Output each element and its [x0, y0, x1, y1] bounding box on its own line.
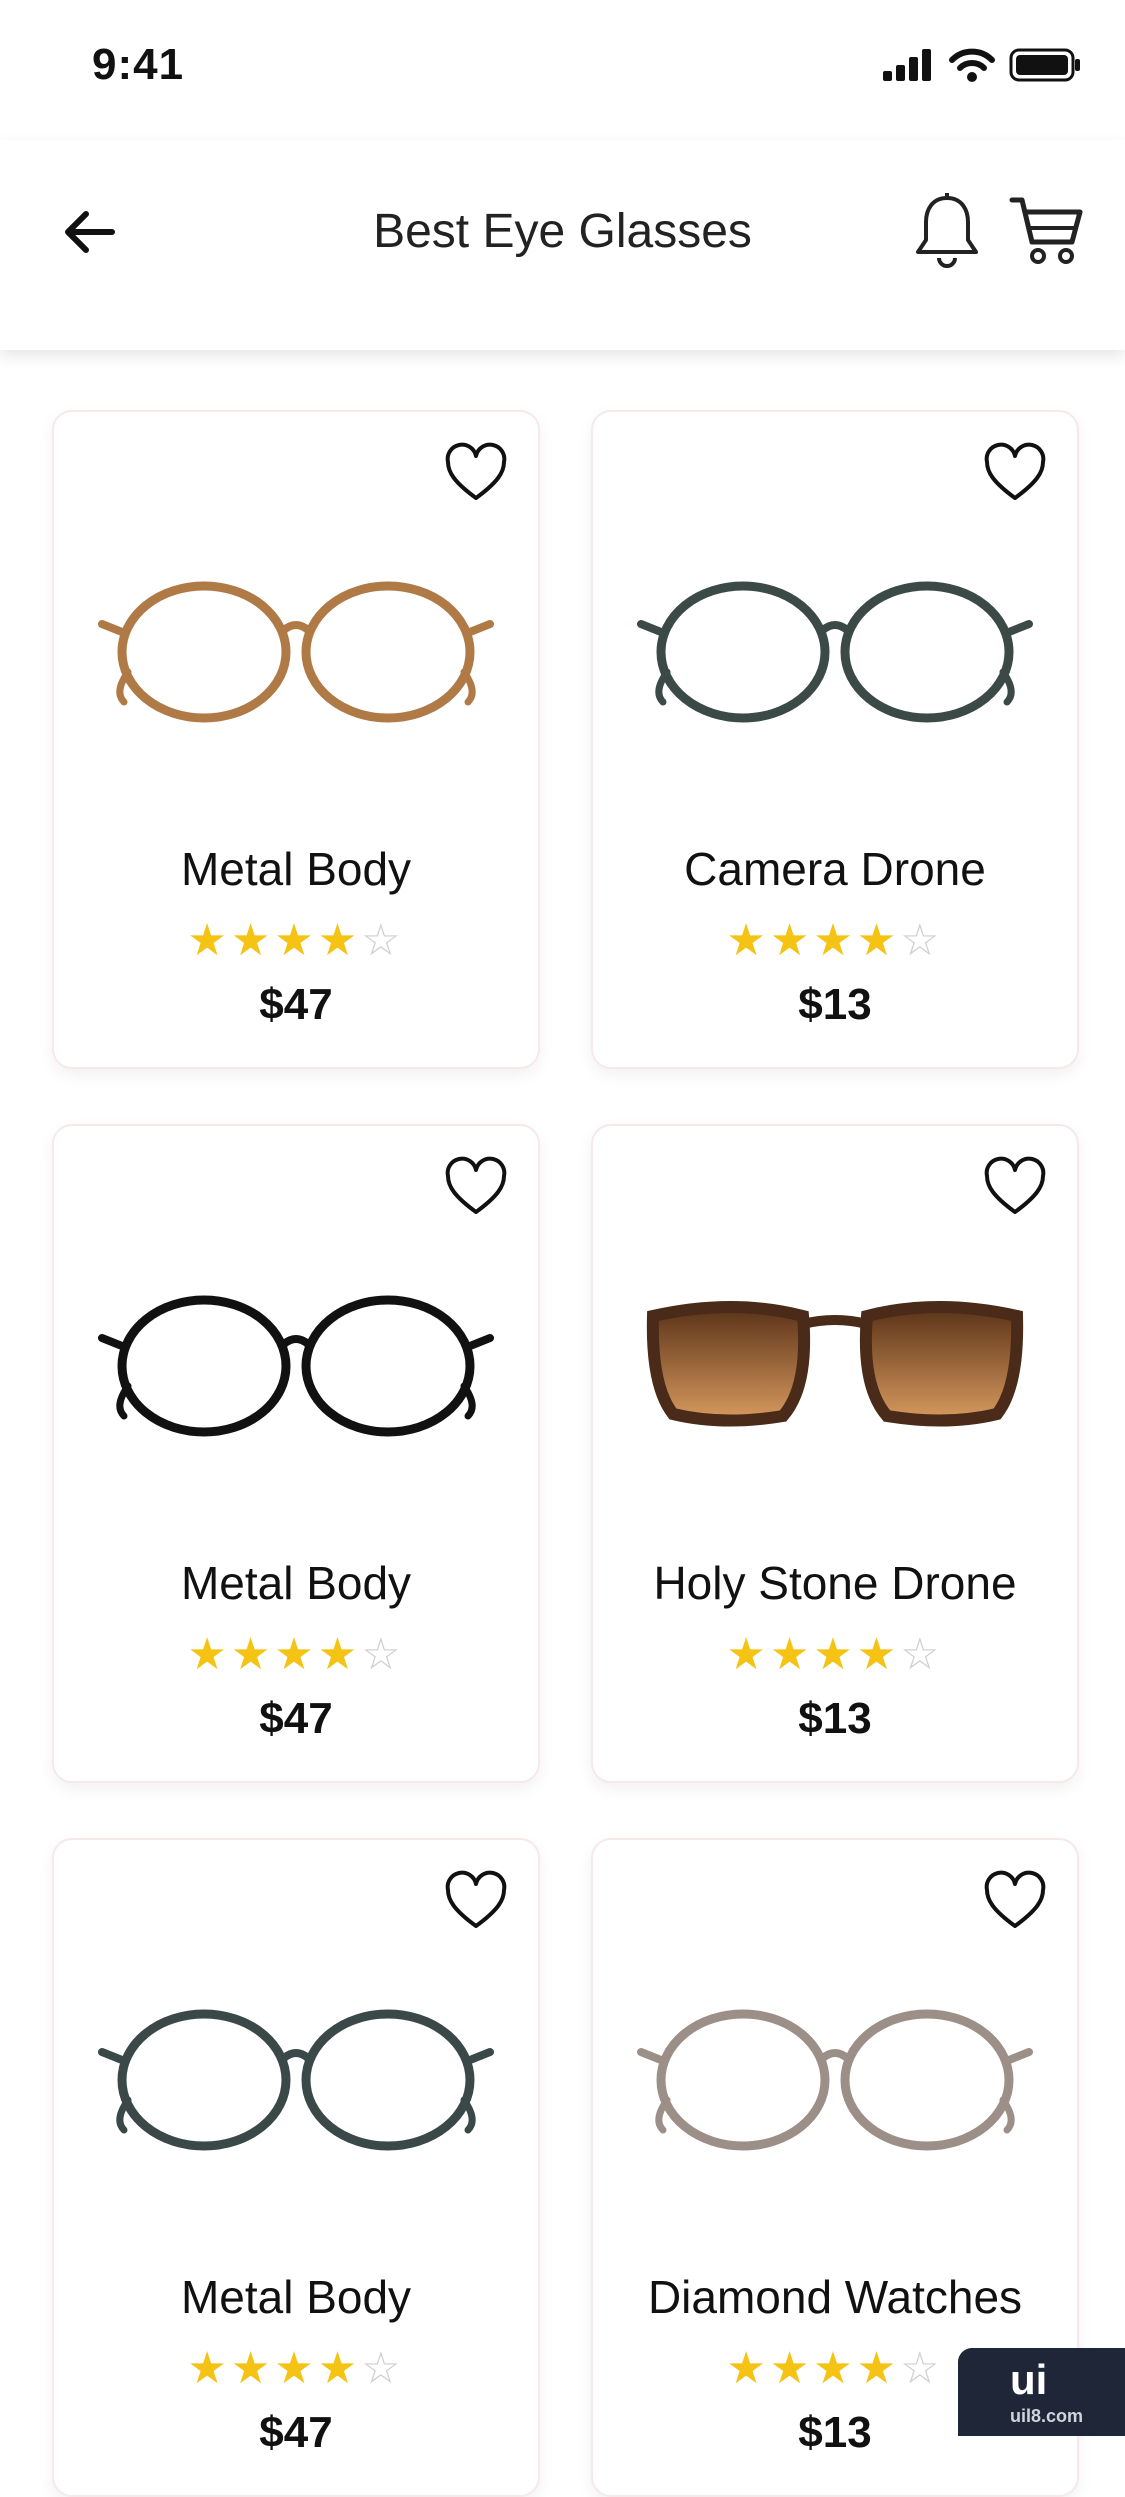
product-price: $47: [259, 980, 333, 1029]
product-card[interactable]: Metal Body ★★★★☆ $47: [52, 1124, 540, 1783]
sunglasses-image: [646, 1301, 1024, 1427]
product-price: $13: [798, 980, 872, 1029]
star-filled-icon: ★: [317, 916, 362, 965]
bell-icon[interactable]: [912, 192, 982, 272]
cart-icon[interactable]: [1008, 192, 1084, 268]
heart-icon[interactable]: [983, 1870, 1047, 1934]
star-filled-icon: ★: [274, 916, 318, 965]
star-filled-icon: ★: [769, 1630, 814, 1679]
star-empty-icon: ☆: [900, 1630, 944, 1679]
watermark-logo: ui: [1010, 2356, 1048, 2403]
status-time: 9:41: [92, 40, 185, 89]
glasses-image: [637, 581, 1033, 723]
star-filled-icon: ★: [813, 2344, 857, 2393]
star-empty-icon: ☆: [361, 2344, 405, 2393]
watermark-badge: ui uil8.com: [958, 2348, 1125, 2436]
star-filled-icon: ★: [856, 1630, 901, 1679]
star-filled-icon: ★: [726, 1630, 770, 1679]
star-filled-icon: ★: [856, 916, 901, 965]
star-filled-icon: ★: [317, 1630, 362, 1679]
star-filled-icon: ★: [274, 2344, 318, 2393]
star-filled-icon: ★: [726, 916, 770, 965]
wifi-icon: [949, 48, 995, 82]
watermark-url: uil8.com: [1010, 2406, 1084, 2426]
product-name: Metal Body: [180, 2271, 412, 2323]
product-card[interactable]: Metal Body ★★★★☆ $47: [52, 410, 540, 1069]
star-filled-icon: ★: [813, 916, 857, 965]
star-filled-icon: ★: [726, 2344, 770, 2393]
star-filled-icon: ★: [769, 916, 814, 965]
star-empty-icon: ☆: [900, 916, 944, 965]
product-name: Metal Body: [180, 1557, 412, 1609]
rating-stars: ★★★★☆: [54, 2343, 538, 2394]
product-card[interactable]: Camera Drone ★★★★☆ $13: [591, 410, 1079, 1069]
glasses-image: [98, 1295, 494, 1437]
battery-icon: [1009, 48, 1080, 82]
product-price: $47: [259, 1694, 333, 1743]
star-filled-icon: ★: [187, 2344, 231, 2393]
heart-icon[interactable]: [444, 1870, 508, 1934]
star-filled-icon: ★: [230, 1630, 275, 1679]
product-price: $47: [259, 2408, 333, 2457]
star-filled-icon: ★: [230, 916, 275, 965]
glasses-image: [98, 581, 494, 723]
status-bar: 9:41: [0, 0, 1125, 140]
product-name: Metal Body: [180, 843, 412, 895]
star-filled-icon: ★: [813, 1630, 857, 1679]
star-empty-icon: ☆: [361, 1630, 405, 1679]
rating-stars: ★★★★☆: [593, 915, 1077, 966]
heart-icon[interactable]: [983, 1156, 1047, 1220]
rating-stars: ★★★★☆: [54, 1629, 538, 1680]
star-filled-icon: ★: [769, 2344, 814, 2393]
product-name: Holy Stone Drone: [653, 1557, 1017, 1609]
star-empty-icon: ☆: [900, 2344, 944, 2393]
rating-stars: ★★★★☆: [593, 1629, 1077, 1680]
heart-icon[interactable]: [444, 442, 508, 506]
product-price: $13: [798, 1694, 872, 1743]
star-filled-icon: ★: [230, 2344, 275, 2393]
product-name: Diamond Watches: [647, 2271, 1023, 2323]
app-header: Best Eye Glasses: [0, 140, 1125, 350]
rating-stars: ★★★★☆: [54, 915, 538, 966]
product-name: Camera Drone: [684, 843, 986, 895]
signal-icon: [883, 49, 931, 81]
star-filled-icon: ★: [856, 2344, 901, 2393]
product-card[interactable]: Holy Stone Drone ★★★★☆ $13: [591, 1124, 1079, 1783]
star-filled-icon: ★: [187, 1630, 231, 1679]
star-empty-icon: ☆: [361, 916, 405, 965]
product-card[interactable]: Metal Body ★★★★☆ $47: [52, 1838, 540, 2497]
star-filled-icon: ★: [274, 1630, 318, 1679]
status-icons: [881, 48, 1081, 82]
glasses-image: [98, 2009, 494, 2151]
star-filled-icon: ★: [317, 2344, 362, 2393]
heart-icon[interactable]: [983, 442, 1047, 506]
heart-icon[interactable]: [444, 1156, 508, 1220]
star-filled-icon: ★: [187, 916, 231, 965]
glasses-image: [637, 2009, 1033, 2151]
